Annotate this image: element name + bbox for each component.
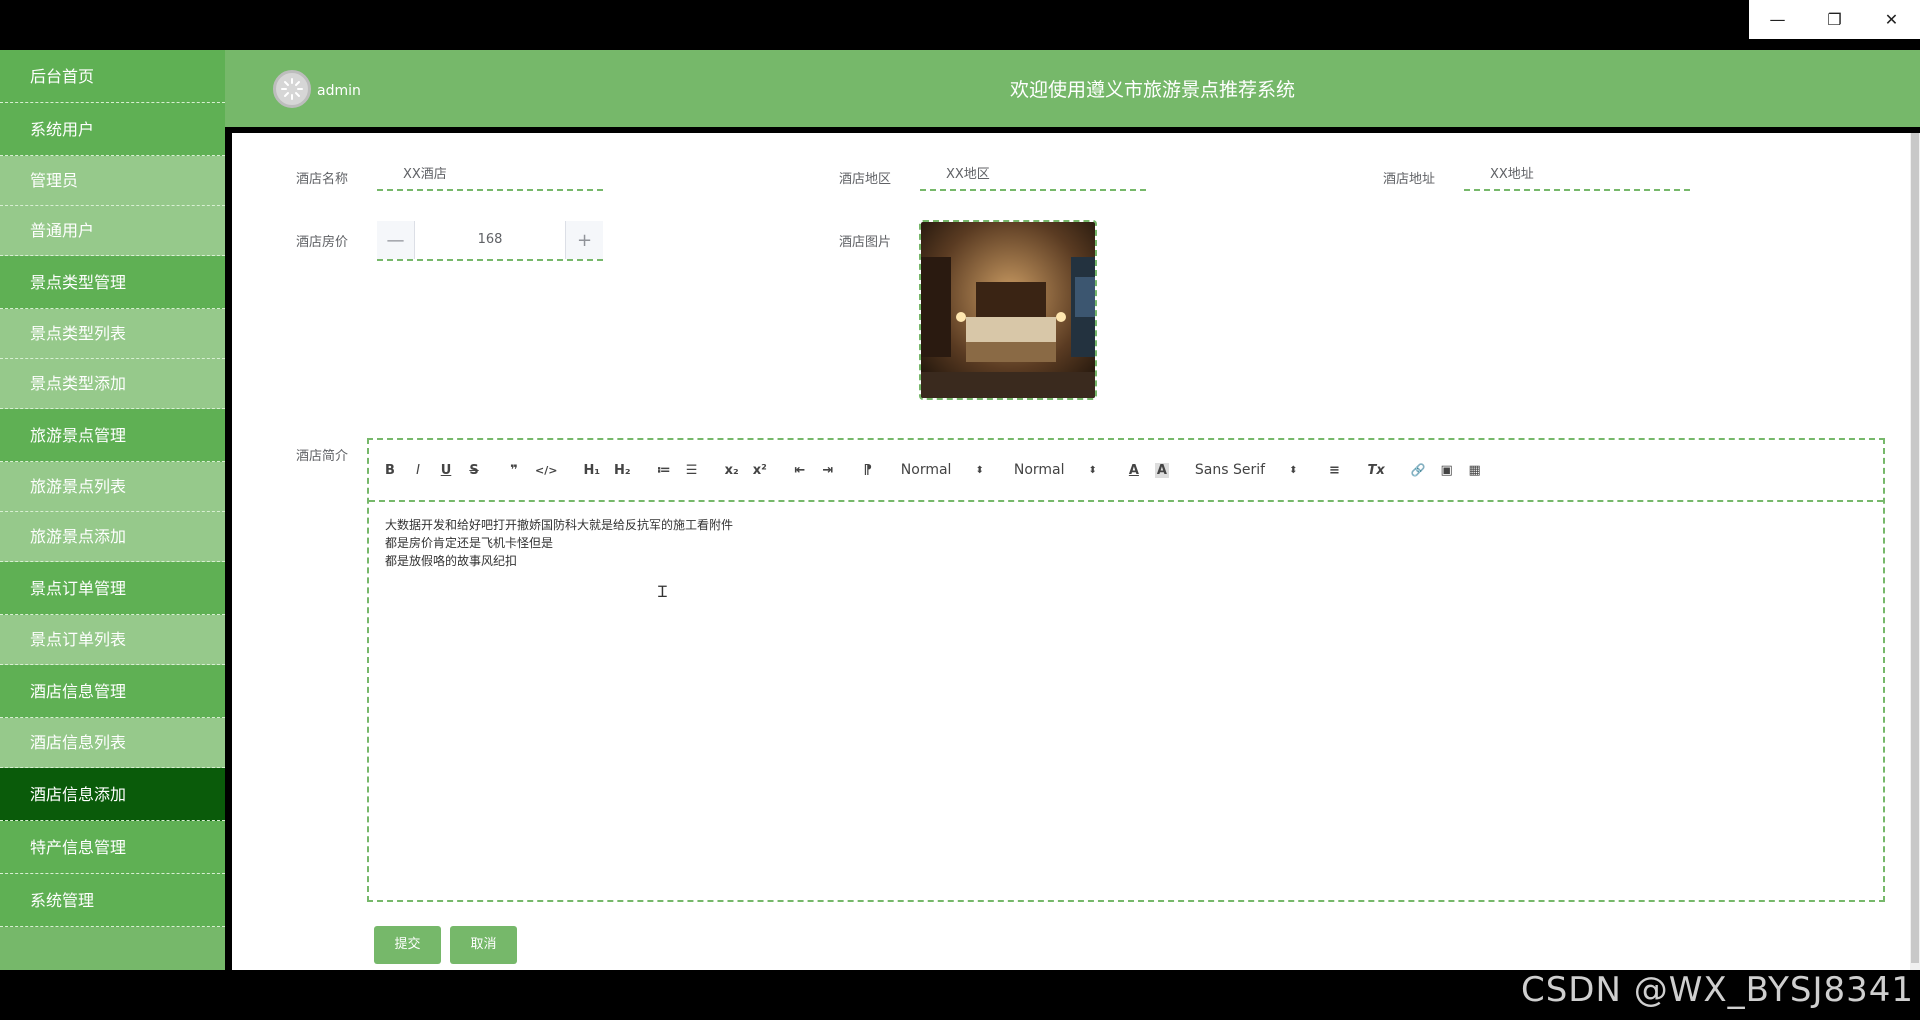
editor-line: 大数据开发和给好吧打开撤娇国防科大就是给反抗军的施工看附件 [385,518,734,532]
header-select-value: Normal [1013,462,1065,478]
outdent-icon[interactable]: ⇤ [793,463,807,478]
sidebar-item[interactable]: 酒店信息添加 [0,768,225,821]
scrollbar-thumb[interactable] [1911,133,1919,963]
hotel-image-label: 酒店图片 [839,235,892,250]
sidebar-item[interactable]: 系统管理 [0,874,225,927]
restore-icon[interactable]: ❐ [1806,0,1863,39]
header-2-icon[interactable]: H₂ [614,463,631,478]
rich-text-editor: B I U S ❞ </> H₁ H₂ ≔ ☰ x₂ x² ⇤ ⇥ ⁋ Norm… [367,438,1885,902]
align-icon[interactable]: ≡ [1327,463,1341,478]
header-select[interactable]: Normal ⬍ [1014,462,1097,478]
window-titlebar: — ❐ ✕ [0,0,1920,50]
italic-icon[interactable]: I [411,463,425,478]
hotel-intro-label: 酒店简介 [296,449,349,464]
sidebar-item[interactable]: 景点订单管理 [0,562,225,615]
font-color-icon[interactable]: A [1127,463,1141,478]
sidebar-item[interactable]: 景点订单列表 [0,615,225,665]
strike-icon[interactable]: S [467,463,481,478]
price-stepper: — 168 + [377,221,603,261]
sidebar-item[interactable]: 后台首页 [0,50,225,103]
sidebar-item[interactable]: 酒店信息列表 [0,718,225,768]
minimize-icon[interactable]: — [1749,0,1806,39]
submit-button[interactable]: 提交 [374,926,441,964]
hotel-address-label: 酒店地址 [1383,172,1436,187]
price-value[interactable]: 168 [415,221,565,259]
bullet-list-icon[interactable]: ☰ [685,463,699,478]
page-title: 欢迎使用遵义市旅游景点推荐系统 [1009,79,1295,101]
video-icon[interactable]: ▦ [1468,463,1482,478]
text-cursor-icon: Ɪ [658,582,667,601]
app-root: — ❐ ✕ 后台首页 系统用户 管理员 普通用户 景点类型管理 景点类型列表 景点类型添加旅… [0,0,1920,1020]
sidebar-item[interactable]: 景点类型添加 [0,359,225,409]
sidebar-item[interactable]: 管理员 [0,156,225,206]
decrease-button[interactable]: — [377,221,415,259]
cancel-button[interactable]: 取消 [450,926,517,964]
hotel-name-label: 酒店名称 [296,172,349,187]
subscript-icon[interactable]: x₂ [725,463,739,478]
hotel-name-input[interactable]: XX酒店 [377,158,603,191]
ordered-list-icon[interactable]: ≔ [657,463,671,478]
sidebar-item[interactable]: 旅游景点添加 [0,512,225,562]
increase-button[interactable]: + [565,221,603,259]
main-panel: 酒店名称 XX酒店 酒店地区 XX地区 酒店地址 XX地址 酒店房价 — 168… [232,133,1910,970]
header-1-icon[interactable]: H₁ [583,463,600,478]
hotel-region-label: 酒店地区 [839,172,892,187]
indent-icon[interactable]: ⇥ [821,463,835,478]
clear-format-icon[interactable]: Tx [1367,463,1384,478]
bold-icon[interactable]: B [383,463,397,478]
chevron-updown-icon: ⬍ [1088,464,1097,476]
sidebar-item[interactable]: 酒店信息管理 [0,665,225,718]
sidebar-item[interactable]: 特产信息管理 [0,821,225,874]
font-select[interactable]: Sans Serif ⬍ [1195,462,1298,478]
sidebar-item[interactable]: 旅游景点管理 [0,409,225,462]
hotel-image[interactable] [919,220,1097,400]
link-icon[interactable]: 🔗 [1411,463,1426,477]
size-select-value: Normal [900,462,952,478]
editor-content[interactable]: 大数据开发和给好吧打开撤娇国防科大就是给反抗军的施工看附件 都是房价肯定还是飞机… [369,502,1883,584]
hotel-price-label: 酒店房价 [296,235,349,250]
window-controls: — ❐ ✕ [1749,0,1920,39]
watermark: CSDN @WX_BYSJ8341 [1520,970,1914,1010]
sidebar-item[interactable]: 旅游景点列表 [0,462,225,512]
chevron-updown-icon: ⬍ [975,464,984,476]
superscript-icon[interactable]: x² [753,463,767,478]
editor-line: 都是放假咯的故事风纪扣 [385,554,518,568]
image-icon[interactable]: ▣ [1440,463,1454,478]
editor-line: 都是房价肯定还是飞机卡怪但是 [385,536,554,550]
sidebar-item[interactable]: 普通用户 [0,206,225,256]
header: admin 欢迎使用遵义市旅游景点推荐系统 [225,50,1920,127]
underline-icon[interactable]: U [439,463,453,478]
background-color-icon[interactable]: A [1154,462,1169,478]
sidebar-item[interactable]: 景点类型管理 [0,256,225,309]
size-select[interactable]: Normal ⬍ [901,462,984,478]
font-select-value: Sans Serif [1194,462,1266,478]
text-direction-icon[interactable]: ⁋ [861,463,875,478]
chevron-updown-icon: ⬍ [1289,464,1298,476]
editor-toolbar: B I U S ❞ </> H₁ H₂ ≔ ☰ x₂ x² ⇤ ⇥ ⁋ Norm… [369,440,1883,502]
sidebar-item[interactable]: 系统用户 [0,103,225,156]
hotel-address-input[interactable]: XX地址 [1464,158,1690,191]
hotel-region-input[interactable]: XX地区 [920,158,1146,191]
code-block-icon[interactable]: </> [535,464,557,477]
close-icon[interactable]: ✕ [1863,0,1920,39]
sidebar-item[interactable]: 景点类型列表 [0,309,225,359]
blockquote-icon[interactable]: ❞ [507,463,521,478]
sidebar: 后台首页 系统用户 管理员 普通用户 景点类型管理 景点类型列表 景点类型添加 旅游景点管理旅… [0,50,225,970]
hotel-room-photo [921,222,1095,398]
